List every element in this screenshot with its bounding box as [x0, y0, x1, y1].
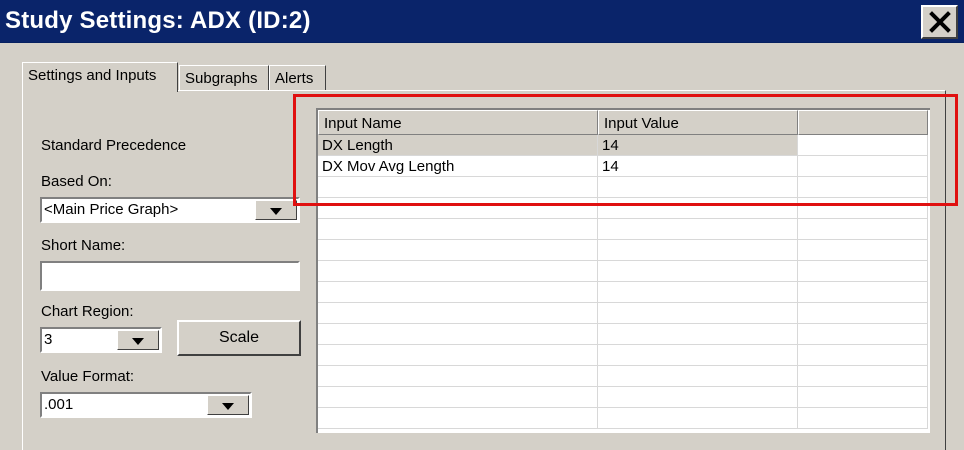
based-on-label: Based On:	[41, 173, 112, 190]
empty-cell[interactable]	[598, 366, 798, 387]
chevron-down-icon	[222, 397, 234, 414]
table-row[interactable]	[318, 408, 930, 429]
column-header-input-value[interactable]: Input Value	[598, 110, 798, 135]
dropdown-button[interactable]	[117, 330, 159, 350]
table-row[interactable]	[318, 198, 930, 219]
table-row[interactable]	[318, 261, 930, 282]
empty-cell[interactable]	[318, 219, 598, 240]
tab-subgraphs[interactable]: Subgraphs	[179, 65, 269, 91]
dropdown-button[interactable]	[255, 200, 297, 220]
value-format-select[interactable]: .001	[40, 392, 252, 418]
table-row[interactable]	[318, 240, 930, 261]
scale-button-label: Scale	[218, 329, 260, 346]
tab-settings-and-inputs[interactable]: Settings and Inputs	[22, 62, 178, 92]
empty-cell[interactable]	[798, 198, 928, 219]
empty-cell[interactable]	[318, 282, 598, 303]
tab-label: Alerts	[275, 70, 314, 87]
extra-cell[interactable]	[798, 135, 928, 156]
tab-label: Subgraphs	[185, 70, 258, 87]
short-name-label: Short Name:	[41, 237, 126, 254]
value-format-value: .001	[44, 396, 74, 413]
close-icon	[928, 11, 951, 33]
empty-cell[interactable]	[318, 303, 598, 324]
empty-cell[interactable]	[598, 261, 798, 282]
table-row[interactable]: DX Mov Avg Length 14	[318, 156, 930, 177]
dropdown-button[interactable]	[207, 395, 249, 415]
table-row[interactable]: DX Length 14	[318, 135, 930, 156]
inputs-grid: Input Name Input Value DX Length 14 DX M…	[316, 108, 930, 433]
precedence-label: Standard Precedence	[41, 137, 187, 154]
empty-cell[interactable]	[598, 219, 798, 240]
chevron-down-icon	[132, 332, 144, 349]
empty-cell[interactable]	[798, 345, 928, 366]
tab-alerts[interactable]: Alerts	[269, 65, 326, 91]
empty-cell[interactable]	[598, 198, 798, 219]
empty-cell[interactable]	[318, 324, 598, 345]
chart-region-value: 3	[44, 331, 53, 348]
column-header-extra[interactable]	[798, 110, 928, 135]
table-row[interactable]	[318, 387, 930, 408]
empty-cell[interactable]	[798, 324, 928, 345]
empty-cell[interactable]	[798, 366, 928, 387]
window-title: Study Settings: ADX (ID:2)	[5, 7, 311, 34]
chevron-down-icon	[270, 202, 282, 219]
close-button[interactable]	[921, 5, 958, 39]
empty-cell[interactable]	[798, 219, 928, 240]
value-format-label: Value Format:	[41, 368, 135, 385]
empty-cell[interactable]	[798, 177, 928, 198]
empty-cell[interactable]	[798, 261, 928, 282]
table-row[interactable]	[318, 177, 930, 198]
input-name-cell[interactable]: DX Length	[318, 135, 598, 156]
empty-cell[interactable]	[598, 387, 798, 408]
table-row[interactable]	[318, 345, 930, 366]
empty-cell[interactable]	[318, 261, 598, 282]
empty-cell[interactable]	[598, 282, 798, 303]
empty-cell[interactable]	[798, 282, 928, 303]
empty-cell[interactable]	[798, 408, 928, 429]
grid-body: DX Length 14 DX Mov Avg Length 14	[318, 135, 930, 429]
empty-cell[interactable]	[318, 240, 598, 261]
input-value-cell[interactable]: 14	[598, 135, 798, 156]
chart-region-label: Chart Region:	[41, 303, 134, 320]
table-row[interactable]	[318, 366, 930, 387]
empty-cell[interactable]	[598, 303, 798, 324]
table-row[interactable]	[318, 219, 930, 240]
table-row[interactable]	[318, 324, 930, 345]
tab-label: Settings and Inputs	[28, 67, 157, 84]
based-on-select[interactable]: <Main Price Graph>	[40, 197, 300, 223]
title-bar: Study Settings: ADX (ID:2)	[0, 0, 964, 43]
empty-cell[interactable]	[598, 324, 798, 345]
table-row[interactable]	[318, 282, 930, 303]
empty-cell[interactable]	[598, 408, 798, 429]
empty-cell[interactable]	[318, 345, 598, 366]
empty-cell[interactable]	[598, 240, 798, 261]
column-header-input-name[interactable]: Input Name	[318, 110, 598, 135]
grid-header: Input Name Input Value	[318, 110, 930, 135]
empty-cell[interactable]	[318, 198, 598, 219]
empty-cell[interactable]	[598, 345, 798, 366]
based-on-value: <Main Price Graph>	[44, 201, 179, 218]
empty-cell[interactable]	[318, 387, 598, 408]
short-name-input[interactable]	[40, 261, 300, 291]
scale-button[interactable]: Scale	[177, 320, 301, 356]
empty-cell[interactable]	[318, 366, 598, 387]
input-value-cell[interactable]: 14	[598, 156, 798, 177]
empty-cell[interactable]	[798, 303, 928, 324]
input-name-cell[interactable]: DX Mov Avg Length	[318, 156, 598, 177]
empty-cell[interactable]	[798, 387, 928, 408]
empty-cell[interactable]	[318, 177, 598, 198]
extra-cell[interactable]	[798, 156, 928, 177]
empty-cell[interactable]	[598, 177, 798, 198]
table-row[interactable]	[318, 303, 930, 324]
empty-cell[interactable]	[318, 408, 598, 429]
chart-region-select[interactable]: 3	[40, 327, 162, 353]
empty-cell[interactable]	[798, 240, 928, 261]
